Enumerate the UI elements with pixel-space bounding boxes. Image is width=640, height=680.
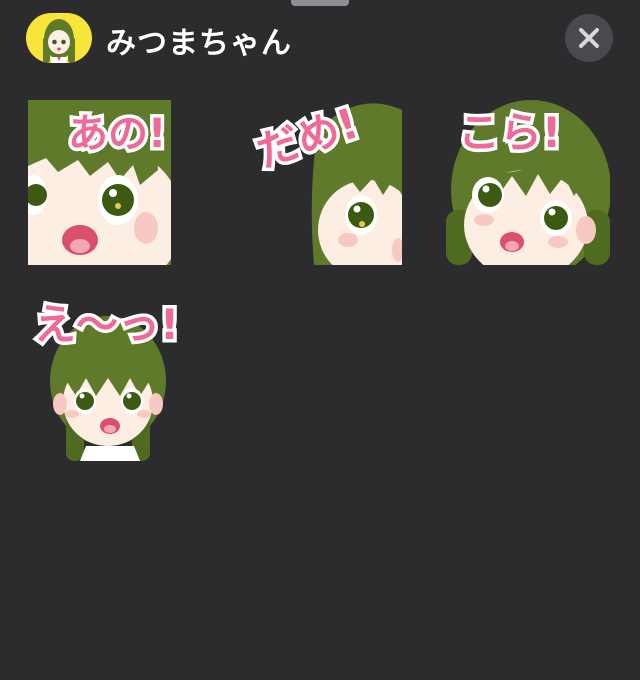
girl-avatar-icon — [43, 19, 75, 63]
sticker-caption: え〜っ! — [30, 300, 182, 349]
sticker-4[interactable]: え〜っ! — [28, 296, 198, 461]
sticker-3[interactable]: こら! — [446, 100, 610, 265]
sticker-1[interactable]: あの! — [28, 100, 171, 265]
sticker-caption: こら! — [454, 108, 564, 157]
close-button[interactable] — [565, 14, 613, 62]
sticker-caption: あの! — [64, 111, 169, 158]
sticker-2[interactable]: だめ! — [247, 95, 402, 265]
pack-title: みつまちゃん — [106, 26, 292, 61]
pack-avatar — [26, 13, 92, 63]
close-icon — [579, 28, 599, 48]
sheet-header: みつまちゃん — [0, 0, 640, 80]
